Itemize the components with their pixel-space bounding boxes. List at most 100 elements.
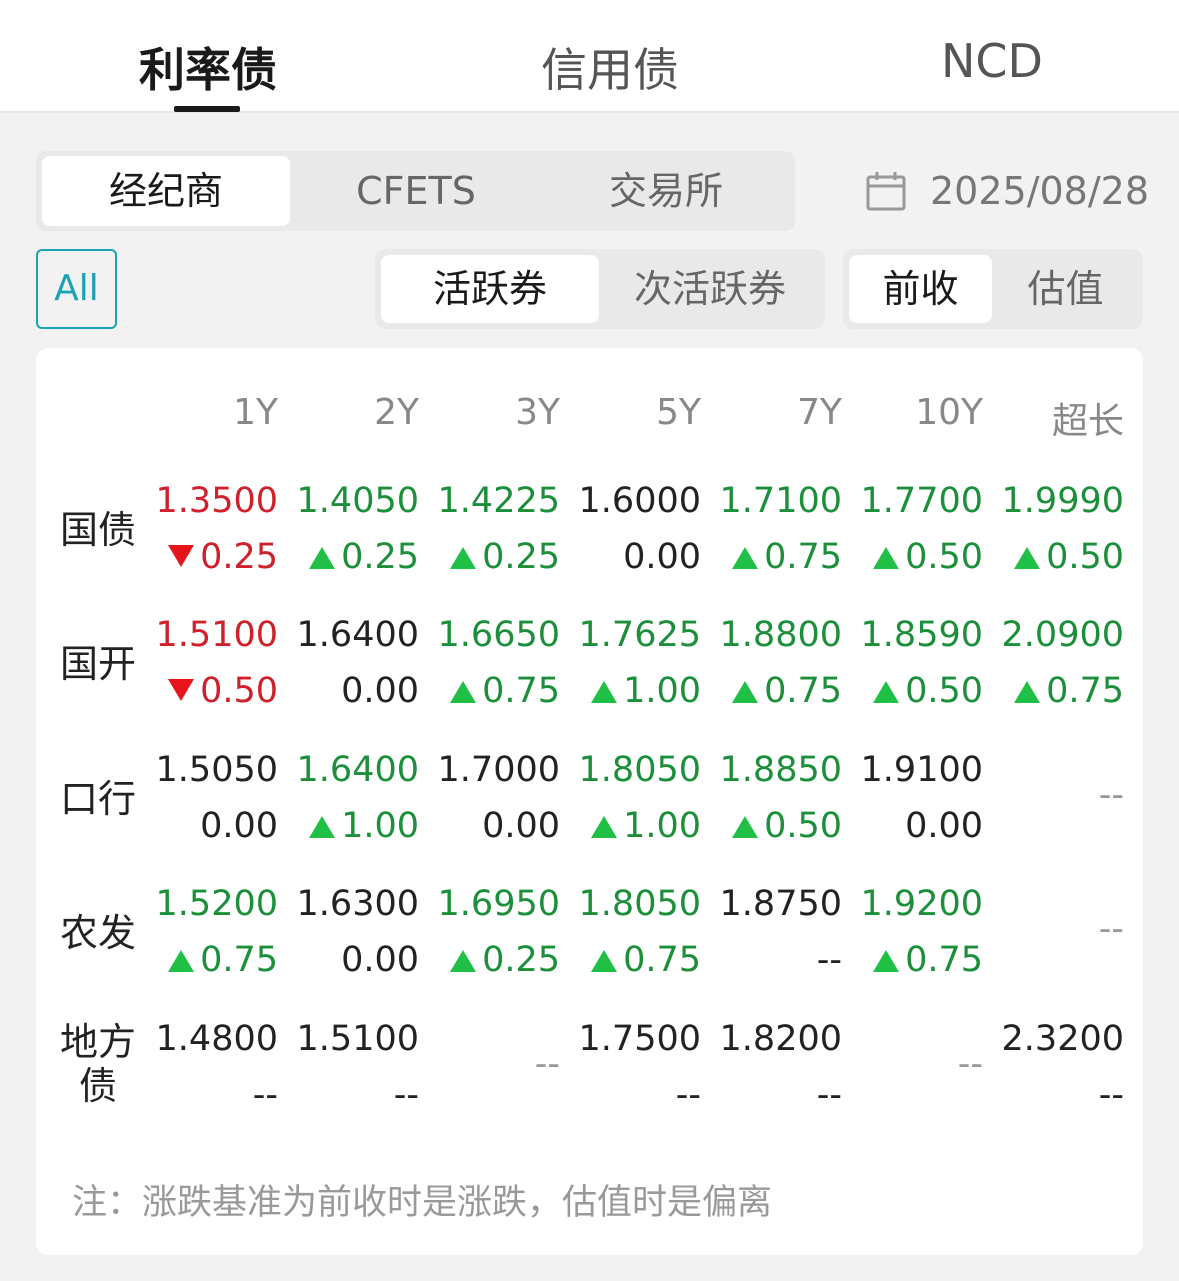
seg-cfets[interactable]: CFETS: [292, 156, 540, 226]
bond-activity-segmented-control: 活跃券 次活跃券: [375, 249, 825, 329]
yield-value[interactable]: 1.5100: [289, 1014, 419, 1064]
calendar-icon: [866, 172, 906, 211]
column-header: 1Y: [233, 392, 278, 433]
change-value: 0.50: [712, 801, 842, 851]
seg-broker[interactable]: 经纪商: [42, 156, 290, 226]
yield-value[interactable]: 1.8750: [712, 879, 842, 929]
column-header: 5Y: [656, 392, 701, 433]
yield-value[interactable]: 1.9100: [853, 745, 983, 795]
yield-value[interactable]: 1.7000: [430, 745, 560, 795]
date-picker[interactable]: 2025/08/28: [866, 166, 1149, 216]
all-filter-button[interactable]: All: [36, 249, 117, 329]
change-value: 0.50: [853, 532, 983, 582]
yield-value[interactable]: 1.6000: [571, 476, 701, 526]
change-text: 1.00: [623, 806, 701, 846]
seg-valuation[interactable]: 估值: [994, 255, 1137, 323]
change-value: 0.75: [712, 666, 842, 716]
empty-cell: --: [1098, 909, 1124, 949]
change-value: --: [712, 1070, 842, 1120]
source-segmented-control: 经纪商 CFETS 交易所: [36, 151, 795, 231]
change-value: 0.00: [571, 532, 701, 582]
change-value: 0.00: [289, 666, 419, 716]
change-text: 0.75: [482, 671, 560, 711]
empty-cell: --: [957, 1044, 983, 1084]
yield-value[interactable]: 1.6400: [289, 745, 419, 795]
yield-value[interactable]: 1.6650: [430, 610, 560, 660]
change-text: 0.50: [764, 806, 842, 846]
yield-value[interactable]: 1.4800: [148, 1014, 278, 1064]
yield-value[interactable]: 1.3500: [148, 476, 278, 526]
yield-value[interactable]: 1.4225: [430, 476, 560, 526]
change-value: 0.75: [571, 935, 701, 985]
change-value: 0.25: [148, 532, 278, 582]
change-text: 0.50: [905, 671, 983, 711]
change-value: --: [994, 1070, 1124, 1120]
change-value: 0.25: [430, 532, 560, 582]
change-text: 1.00: [341, 806, 419, 846]
change-text: 0.25: [482, 940, 560, 980]
yield-value[interactable]: 1.5100: [148, 610, 278, 660]
change-value: 0.50: [148, 666, 278, 716]
triangle-up-icon: [450, 681, 477, 703]
change-value: 1.00: [571, 666, 701, 716]
seg-prev-close[interactable]: 前收: [849, 255, 992, 323]
yield-value[interactable]: 1.8800: [712, 610, 842, 660]
yield-value[interactable]: 1.7100: [712, 476, 842, 526]
yield-value[interactable]: 1.8200: [712, 1014, 842, 1064]
yield-value[interactable]: 1.5050: [148, 745, 278, 795]
change-text: 0.75: [905, 940, 983, 980]
yield-value[interactable]: 1.6950: [430, 879, 560, 929]
change-value: 0.25: [430, 935, 560, 985]
tab-ncd[interactable]: NCD: [902, 34, 1082, 94]
change-value: 0.75: [712, 532, 842, 582]
yield-value[interactable]: 1.4050: [289, 476, 419, 526]
row-label: 国开: [59, 642, 136, 686]
column-header: 超长: [1051, 401, 1124, 442]
seg-active-bonds[interactable]: 活跃券: [381, 255, 599, 323]
change-value: 0.75: [994, 666, 1124, 716]
column-header: 7Y: [797, 392, 842, 433]
change-text: 0.00: [341, 671, 419, 711]
change-text: 0.25: [200, 537, 278, 577]
change-text: 0.50: [200, 671, 278, 711]
seg-exchange[interactable]: 交易所: [542, 156, 790, 226]
tab-rate-bonds[interactable]: 利率债: [118, 34, 298, 97]
yield-value[interactable]: 1.6300: [289, 879, 419, 929]
yield-value[interactable]: 1.9990: [994, 476, 1124, 526]
change-text: 0.25: [482, 537, 560, 577]
row-label: 口行: [59, 777, 136, 821]
yield-value[interactable]: 1.5200: [148, 879, 278, 929]
change-value: 0.00: [148, 801, 278, 851]
column-header: 2Y: [374, 392, 419, 433]
yield-value[interactable]: 1.8050: [571, 879, 701, 929]
yield-value[interactable]: 1.9200: [853, 879, 983, 929]
basis-segmented-control: 前收 估值: [843, 249, 1143, 329]
triangle-up-icon: [591, 950, 618, 972]
yield-value[interactable]: 1.7625: [571, 610, 701, 660]
change-value: --: [148, 1070, 278, 1120]
yield-value[interactable]: 1.6400: [289, 610, 419, 660]
yield-value[interactable]: 1.8850: [712, 745, 842, 795]
triangle-up-icon: [873, 950, 900, 972]
change-text: 0.00: [905, 806, 983, 846]
change-text: 0.50: [1046, 537, 1124, 577]
active-tab-indicator: [174, 106, 240, 112]
change-value: 0.75: [148, 935, 278, 985]
yield-value[interactable]: 1.8050: [571, 745, 701, 795]
yield-value[interactable]: 2.0900: [994, 610, 1124, 660]
change-text: 1.00: [623, 671, 701, 711]
change-text: --: [816, 1075, 842, 1115]
tab-credit-bonds[interactable]: 信用债: [520, 34, 700, 97]
yield-value[interactable]: 1.7700: [853, 476, 983, 526]
seg-sub-active-bonds[interactable]: 次活跃券: [601, 255, 819, 323]
top-tab-bar: 利率债 信用债 NCD: [0, 0, 1179, 113]
row-label: 农发: [59, 911, 136, 955]
triangle-up-icon: [873, 547, 900, 569]
yield-value[interactable]: 1.8590: [853, 610, 983, 660]
yield-value[interactable]: 2.3200: [994, 1014, 1124, 1064]
change-text: --: [1098, 1075, 1124, 1115]
yield-value[interactable]: 1.7500: [571, 1014, 701, 1064]
change-text: 0.75: [623, 940, 701, 980]
column-header: 3Y: [515, 392, 560, 433]
empty-cell: --: [1098, 775, 1124, 815]
